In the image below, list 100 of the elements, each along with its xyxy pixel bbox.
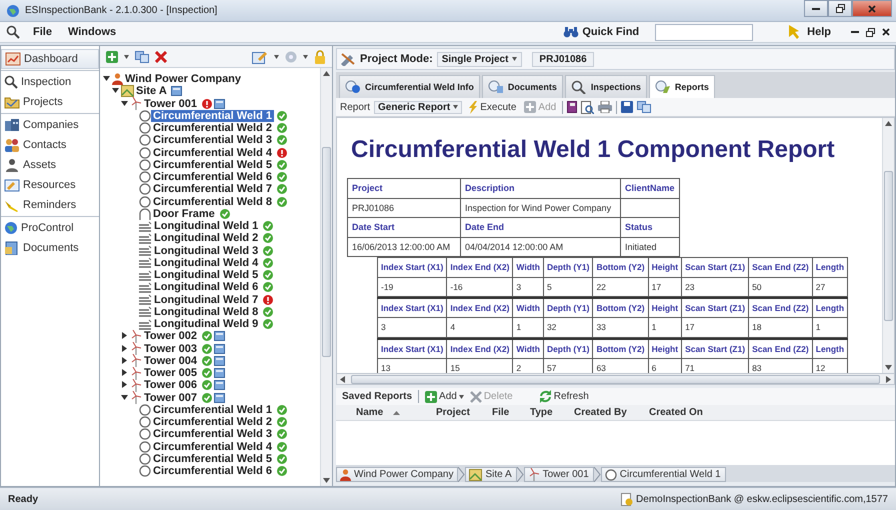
tree-item[interactable]: Circumferential Weld 4 bbox=[151, 440, 274, 453]
edit-icon[interactable] bbox=[252, 50, 268, 64]
column-header[interactable]: File bbox=[492, 407, 510, 418]
tree-item[interactable]: Circumferential Weld 3 bbox=[151, 134, 274, 146]
minimize-button[interactable] bbox=[804, 0, 828, 17]
tree-item[interactable]: Circumferential Weld 6 bbox=[151, 171, 274, 184]
nav-item[interactable]: ProControl bbox=[1, 218, 99, 238]
print-preview-icon[interactable] bbox=[581, 100, 594, 114]
breadcrumb-item[interactable]: Wind Power Company bbox=[336, 467, 458, 482]
tree-item[interactable]: Circumferential Weld 4 bbox=[151, 146, 274, 159]
ring-icon bbox=[139, 158, 151, 171]
table-cell: 1 bbox=[812, 318, 848, 337]
tab[interactable]: Circumferential Weld Info bbox=[339, 75, 480, 98]
nav-item[interactable]: Dashboard bbox=[1, 49, 99, 69]
tree-item[interactable]: Circumferential Weld 8 bbox=[151, 196, 274, 208]
refresh-button[interactable]: Refresh bbox=[538, 390, 589, 403]
tree-item[interactable]: Longitudinal Weld 8 bbox=[152, 306, 260, 318]
maximize-button[interactable] bbox=[828, 0, 852, 17]
copy-icon[interactable] bbox=[135, 50, 149, 62]
column-header: Date Start bbox=[348, 218, 460, 237]
save-icon[interactable] bbox=[621, 101, 634, 113]
nav-item[interactable]: Assets bbox=[1, 155, 99, 175]
tree-item[interactable]: Tower 005 bbox=[142, 367, 199, 380]
tree-item[interactable]: Longitudinal Weld 1 bbox=[152, 220, 260, 232]
column-header[interactable]: Project bbox=[436, 407, 470, 418]
column-header[interactable]: Created By bbox=[574, 407, 627, 418]
scrollbar[interactable] bbox=[882, 118, 894, 373]
tree-item[interactable]: Longitudinal Weld 5 bbox=[152, 269, 260, 282]
collapse-arrow-icon[interactable] bbox=[121, 394, 130, 402]
column-header: Height bbox=[648, 258, 682, 277]
tree-item[interactable]: Tower 003 bbox=[142, 342, 199, 355]
tree-item[interactable]: Wind Power Company bbox=[123, 73, 244, 86]
caret-icon bbox=[303, 54, 308, 58]
tab[interactable]: Inspections bbox=[564, 75, 647, 98]
menu-item[interactable]: File bbox=[30, 26, 55, 38]
tree-item[interactable]: Longitudinal Weld 6 bbox=[152, 281, 260, 294]
table-cell: 1 bbox=[512, 318, 544, 337]
tree-item[interactable]: Longitudinal Weld 7 bbox=[152, 294, 260, 306]
nav-item[interactable]: Inspection bbox=[1, 72, 99, 92]
copy-icon[interactable] bbox=[637, 101, 652, 113]
tree-item[interactable]: Circumferential Weld 7 bbox=[151, 183, 274, 196]
tab[interactable]: Reports bbox=[648, 75, 715, 98]
nav-item[interactable]: Documents bbox=[1, 238, 99, 258]
column-header[interactable]: Name bbox=[356, 407, 384, 418]
ring-icon bbox=[604, 468, 617, 480]
nav-item[interactable]: Projects bbox=[1, 92, 99, 112]
seam-icon bbox=[139, 294, 152, 306]
tree-item[interactable]: Longitudinal Weld 3 bbox=[152, 244, 260, 257]
tree-item[interactable]: Circumferential Weld 5 bbox=[151, 158, 274, 171]
tree-item[interactable]: Door Frame bbox=[151, 208, 217, 220]
tree-item[interactable]: Tower 001 bbox=[142, 98, 199, 110]
breadcrumb-item[interactable]: Site A bbox=[465, 467, 517, 482]
tree-item[interactable]: Longitudinal Weld 2 bbox=[152, 232, 260, 244]
help-menu[interactable]: Help bbox=[807, 26, 831, 38]
nav-item[interactable]: Companies bbox=[1, 115, 99, 135]
search-icon[interactable] bbox=[6, 25, 20, 39]
tree-item[interactable]: Circumferential Weld 2 bbox=[151, 122, 274, 134]
tree-item[interactable]: Longitudinal Weld 9 bbox=[152, 318, 260, 330]
tree-item[interactable]: Circumferential Weld 6 bbox=[151, 465, 274, 478]
close-button[interactable] bbox=[852, 0, 892, 17]
tree-item[interactable]: Tower 004 bbox=[142, 354, 199, 367]
tab[interactable]: Documents bbox=[482, 75, 563, 98]
tree-item[interactable]: Tower 006 bbox=[142, 379, 199, 392]
report-dropdown[interactable]: Generic Report bbox=[374, 100, 462, 114]
tree-item[interactable]: Circumferential Weld 1 bbox=[151, 404, 274, 416]
wind-turbine-icon bbox=[528, 468, 540, 481]
column-header[interactable]: Created On bbox=[649, 407, 703, 418]
person-icon bbox=[4, 158, 20, 172]
tree-item[interactable]: Circumferential Weld 5 bbox=[151, 452, 274, 465]
column-header[interactable]: Type bbox=[530, 407, 553, 418]
tree-item[interactable]: Tower 002 bbox=[142, 330, 199, 342]
close-icon[interactable] bbox=[882, 28, 890, 36]
quick-find-field[interactable] bbox=[655, 24, 754, 40]
tree-item[interactable]: Longitudinal Weld 4 bbox=[152, 256, 260, 269]
project-mode-dropdown[interactable]: Single Project bbox=[436, 52, 522, 66]
book-icon[interactable] bbox=[567, 101, 578, 113]
tree-item[interactable]: Circumferential Weld 2 bbox=[151, 416, 274, 428]
breadcrumb-item[interactable]: Tower 001 bbox=[524, 467, 594, 482]
printer-icon[interactable] bbox=[598, 101, 612, 113]
add-button[interactable]: Add bbox=[425, 390, 464, 402]
delete-icon[interactable] bbox=[155, 50, 167, 62]
tree-item[interactable]: Site A bbox=[134, 85, 169, 98]
add-icon[interactable] bbox=[106, 50, 118, 62]
collapse-arrow-icon[interactable] bbox=[121, 100, 130, 108]
scrollbar[interactable] bbox=[320, 68, 332, 486]
tree-item[interactable]: Tower 007 bbox=[142, 392, 199, 404]
breadcrumb-item[interactable]: Circumferential Weld 1 bbox=[600, 467, 726, 482]
tree-item[interactable]: Circumferential Weld 1 bbox=[151, 110, 274, 122]
caret-icon bbox=[453, 105, 458, 109]
restore-icon[interactable] bbox=[866, 28, 875, 36]
scrollbar[interactable] bbox=[336, 373, 895, 385]
collapse-arrow-icon[interactable] bbox=[112, 87, 121, 96]
nav-item[interactable]: Contacts bbox=[1, 135, 99, 155]
collapse-arrow-icon[interactable] bbox=[103, 75, 112, 84]
wind-turbine-icon bbox=[130, 391, 142, 404]
menu-item[interactable]: Windows bbox=[64, 26, 120, 38]
execute-button[interactable]: Execute bbox=[466, 100, 518, 114]
nav-item[interactable]: Resources bbox=[1, 175, 99, 195]
tree-item[interactable]: Circumferential Weld 3 bbox=[151, 428, 274, 440]
nav-item[interactable]: Reminders bbox=[1, 195, 99, 215]
